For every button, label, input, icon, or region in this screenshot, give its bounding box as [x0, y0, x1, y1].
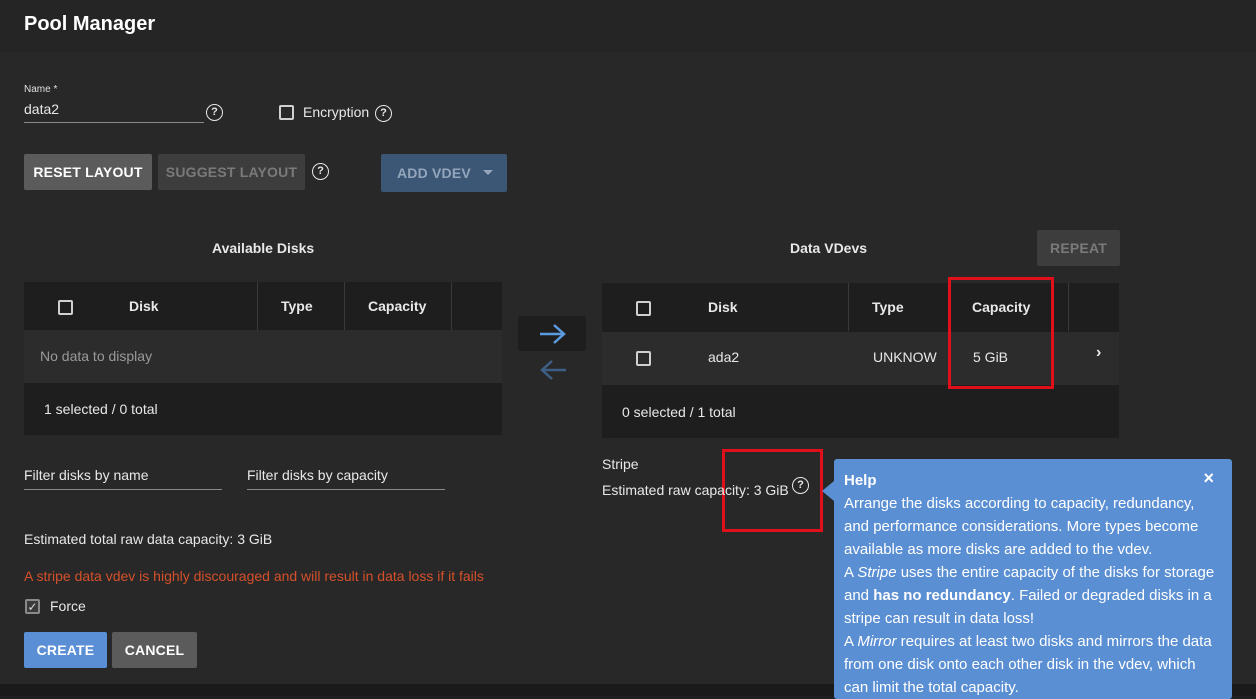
arrow-left-icon — [540, 360, 566, 380]
cancel-button[interactable]: CANCEL — [112, 632, 197, 668]
name-input-value: data2 — [24, 101, 60, 117]
select-all-checkbox[interactable] — [58, 300, 73, 315]
help-popup: Help × Arrange the disks according to ca… — [822, 459, 1232, 699]
arrow-right-icon — [540, 324, 566, 344]
row-checkbox[interactable] — [636, 351, 651, 366]
column-divider — [257, 282, 258, 330]
encryption-label: Encryption — [303, 104, 370, 120]
move-right-button[interactable] — [518, 316, 586, 351]
cell-disk: ada2 — [708, 349, 740, 365]
filter-name-placeholder: Filter disks by name — [24, 467, 149, 483]
column-header-capacity[interactable]: Capacity — [368, 282, 426, 330]
cell-type: UNKNOW — [873, 349, 937, 365]
estimated-total-capacity: Estimated total raw data capacity: 3 GiB — [24, 531, 273, 547]
estimated-raw-capacity: Estimated raw capacity: 3 GiB — [602, 482, 789, 498]
close-icon[interactable]: × — [1203, 467, 1214, 490]
repeat-button[interactable]: REPEAT — [1037, 230, 1120, 266]
filter-capacity-placeholder: Filter disks by capacity — [247, 467, 388, 483]
stripe-warning: A stripe data vdev is highly discouraged… — [24, 568, 484, 584]
help-title: Help — [844, 472, 877, 489]
raw-capacity-help-icon[interactable]: ? — [792, 477, 809, 494]
help-paragraph-3: A Mirror requires at least two disks and… — [844, 633, 1212, 696]
popup-pointer — [822, 481, 834, 501]
force-checkbox[interactable]: ✓ — [25, 599, 40, 614]
reset-layout-button[interactable]: RESET LAYOUT — [24, 154, 152, 190]
column-header-type[interactable]: Type — [281, 282, 313, 330]
chevron-right-icon[interactable]: › — [1096, 344, 1101, 362]
create-button[interactable]: CREATE — [24, 632, 107, 668]
available-disks-title: Available Disks — [212, 240, 315, 256]
encryption-help-icon[interactable]: ? — [375, 105, 392, 122]
layout-help-icon[interactable]: ? — [312, 163, 329, 180]
name-input[interactable]: data2 — [24, 101, 204, 123]
column-divider — [451, 282, 452, 330]
name-help-icon[interactable]: ? — [206, 104, 223, 121]
page-title: Pool Manager — [24, 13, 156, 35]
vdev-type-label: Stripe — [602, 456, 639, 472]
column-divider — [848, 283, 849, 331]
select-all-checkbox[interactable] — [636, 301, 651, 316]
table-footer: 1 selected / 0 total — [44, 401, 158, 417]
empty-text: No data to display — [40, 348, 153, 364]
move-left-button[interactable] — [538, 359, 568, 381]
dropdown-caret-icon — [483, 170, 493, 175]
suggest-layout-button[interactable]: SUGGEST LAYOUT — [158, 154, 305, 190]
empty-row: No data to display — [24, 330, 502, 383]
check-icon: ✓ — [27, 600, 38, 614]
column-header-type[interactable]: Type — [872, 283, 904, 331]
add-vdev-label: ADD VDEV — [397, 165, 471, 181]
column-divider — [344, 282, 345, 330]
available-disks-table: Disk Type Capacity No data to display 1 … — [24, 282, 502, 435]
filter-disks-name-input[interactable]: Filter disks by name — [24, 467, 222, 490]
column-header-disk[interactable]: Disk — [708, 283, 738, 331]
table-footer: 0 selected / 1 total — [622, 404, 736, 420]
encryption-checkbox[interactable] — [279, 105, 294, 120]
help-paragraph-1: Arrange the disks according to capacity,… — [844, 495, 1199, 558]
column-header-disk[interactable]: Disk — [129, 282, 159, 330]
filter-disks-capacity-input[interactable]: Filter disks by capacity — [247, 467, 445, 490]
help-paragraph-2: A Stripe uses the entire capacity of the… — [844, 564, 1215, 627]
table-header: Disk Type Capacity — [24, 282, 502, 330]
highlight-capacity-box — [948, 277, 1054, 389]
data-vdevs-title: Data VDevs — [790, 240, 868, 256]
top-bar: Pool Manager — [0, 0, 1256, 52]
force-label: Force — [50, 598, 86, 614]
add-vdev-button[interactable]: ADD VDEV — [381, 154, 507, 192]
column-divider — [1068, 283, 1069, 331]
name-label: Name * — [24, 84, 58, 95]
